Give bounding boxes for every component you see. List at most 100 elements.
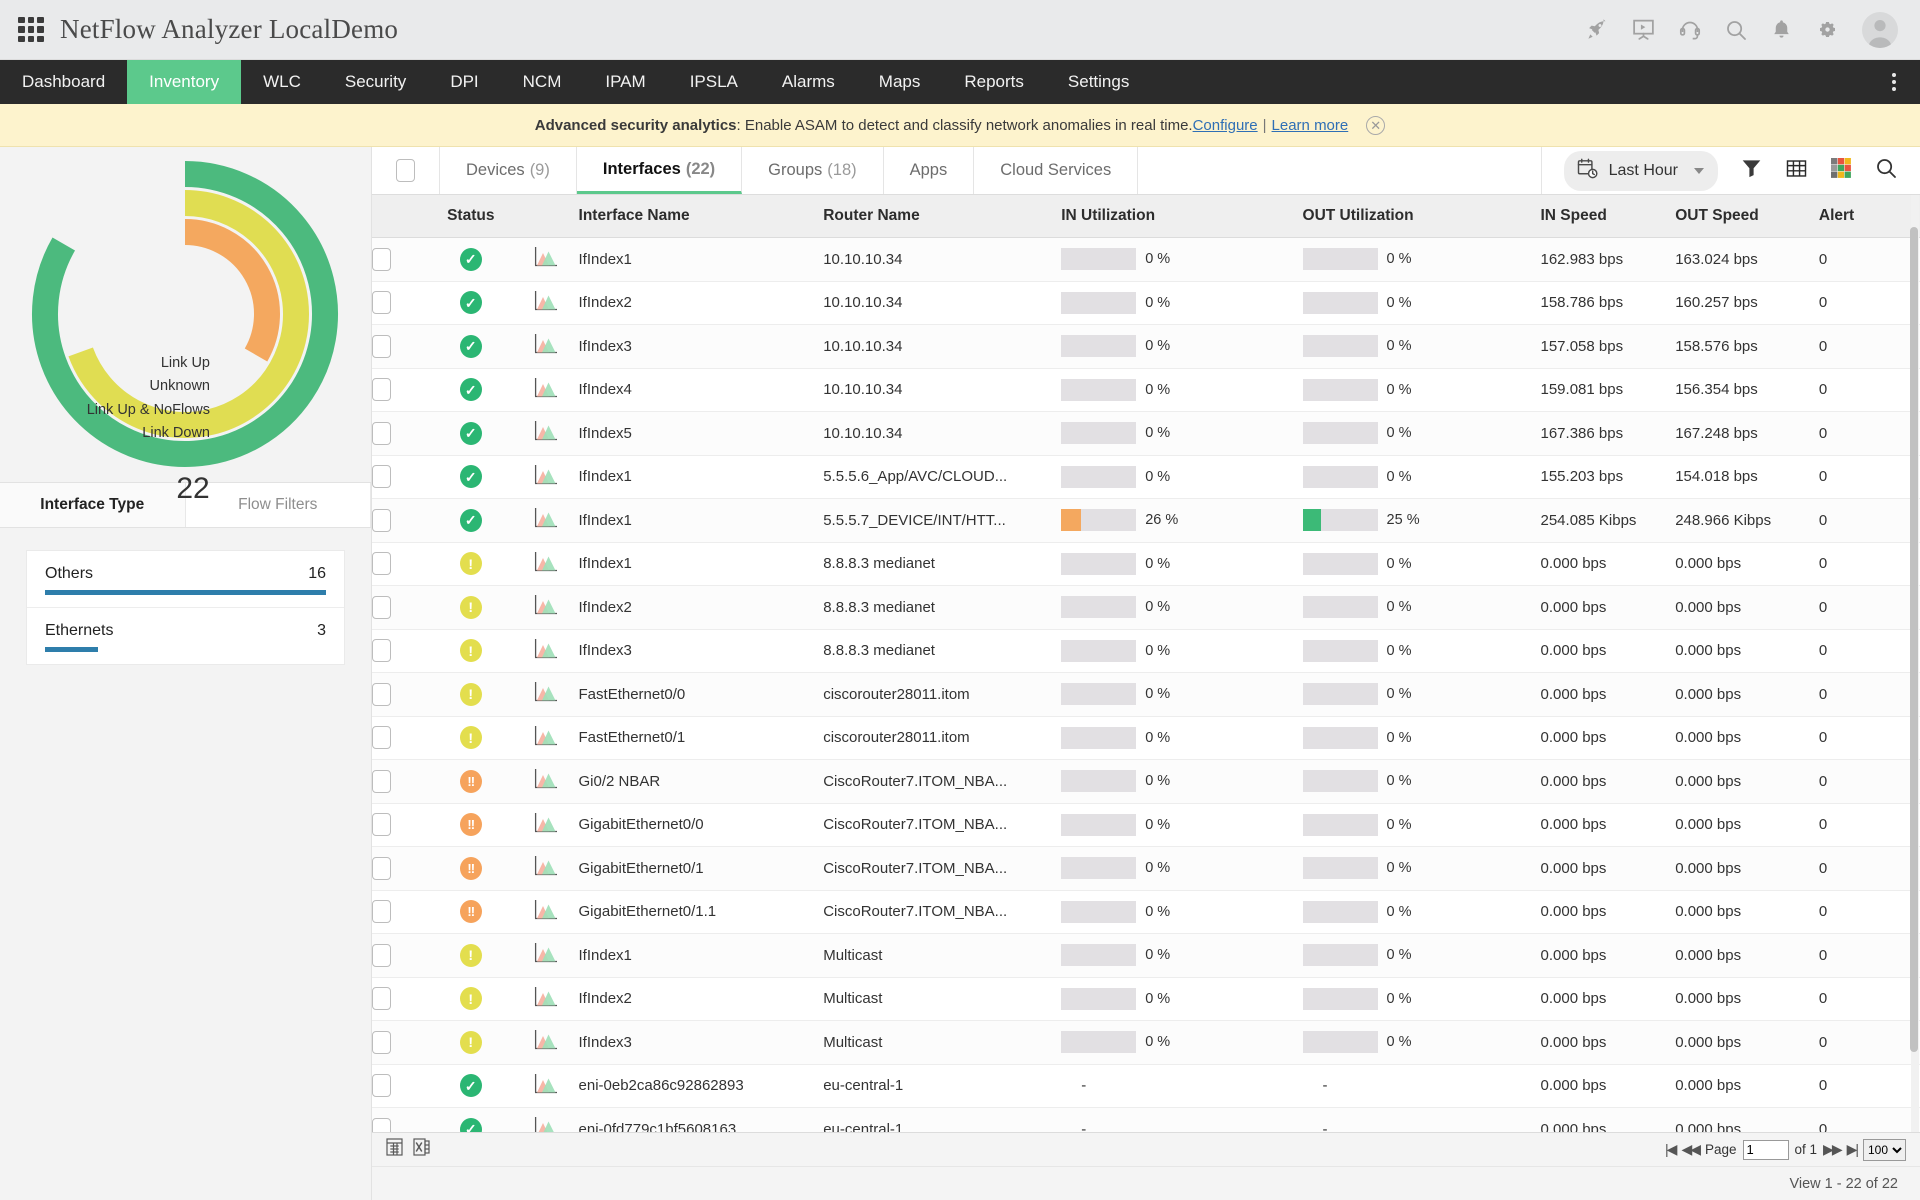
presentation-icon[interactable] [1631,17,1656,42]
status-ok-icon[interactable]: ✓ [459,1074,482,1098]
banner-close-icon[interactable]: ✕ [1366,115,1386,135]
interface-name-cell[interactable]: IfIndex5 [578,411,824,456]
status-critical-icon[interactable]: !! [459,769,482,793]
router-name-cell[interactable]: CiscoRouter7.ITOM_NBA... [823,846,1062,891]
table-row[interactable]: ✓ eni-0eb2ca86c92862893 eu-central-1 - - 0.00… [372,1064,1920,1108]
tab-devices[interactable]: Devices (9) [440,147,577,194]
graph-cell[interactable] [511,716,579,760]
row-checkbox[interactable] [372,1030,391,1054]
router-name-cell[interactable]: Multicast [823,977,1062,1021]
interface-name-cell[interactable]: GigabitEthernet0/1.1 [578,890,824,934]
filter-icon[interactable] [1740,157,1763,185]
interface-name-cell[interactable]: FastEthernet0/0 [578,672,824,717]
row-checkbox[interactable] [372,1117,391,1132]
status-warning-icon[interactable]: ! [459,682,482,706]
table-row[interactable]: ✓ IfIndex2 10.10.10.34 0 % 0 % 158.786 bps 160… [372,281,1920,325]
router-name-cell[interactable]: 5.5.5.7_DEVICE/INT/HTT... [823,498,1062,543]
avatar[interactable] [1862,11,1898,48]
graph-cell[interactable] [511,846,579,891]
nav-item-dashboard[interactable]: Dashboard [0,60,127,104]
router-name-cell[interactable]: 10.10.10.34 [823,237,1062,282]
row-checkbox[interactable] [372,552,391,576]
table-row[interactable]: ✓ IfIndex1 10.10.10.34 0 % 0 % 162.983 bps 163… [372,237,1920,282]
last-page-icon[interactable]: ▶| [1847,1141,1859,1158]
graph-cell[interactable] [511,237,579,282]
interface-name-cell[interactable]: IfIndex1 [578,237,824,282]
first-page-icon[interactable]: |◀ [1665,1141,1677,1158]
donut-legend-item[interactable]: Link Up & NoFlows [10,399,210,422]
table-row[interactable]: ✓ IfIndex3 10.10.10.34 0 % 0 % 157.058 bps 158… [372,324,1920,369]
status-warning-icon[interactable]: ! [459,595,482,619]
next-page-icon[interactable]: ▶▶ [1823,1141,1842,1158]
status-ok-icon[interactable]: ✓ [459,421,482,445]
bell-icon[interactable] [1770,18,1793,41]
th-alert[interactable]: Alert [1818,195,1920,238]
pdf-export-icon[interactable] [386,1138,403,1161]
headset-icon[interactable] [1678,18,1702,42]
th-in-speed[interactable]: IN Speed [1540,195,1676,238]
row-checkbox[interactable] [372,334,391,358]
page-size-select[interactable]: 2550100 [1863,1138,1906,1161]
excel-export-icon[interactable] [413,1138,430,1161]
router-name-cell[interactable]: ciscorouter28011.itom [823,672,1062,717]
rocket-icon[interactable] [1585,18,1609,42]
row-checkbox[interactable] [372,378,391,402]
table-row[interactable]: ! IfIndex3 8.8.8.3 medianet 0 % 0 % 0.000 bps… [372,629,1920,673]
status-ok-icon[interactable]: ✓ [459,1117,482,1132]
status-critical-icon[interactable]: !! [459,856,482,880]
interface-name-cell[interactable]: eni-0eb2ca86c92862893 [578,1064,824,1108]
router-name-cell[interactable]: CiscoRouter7.ITOM_NBA... [823,803,1062,847]
table-scrollbar-thumb[interactable] [1910,227,1918,1052]
router-name-cell[interactable]: 8.8.8.3 medianet [823,629,1062,673]
status-critical-icon[interactable]: !! [459,900,482,924]
table-row[interactable]: !! GigabitEthernet0/1.1 CiscoRouter7.ITOM_… [372,890,1920,934]
row-checkbox[interactable] [372,1074,391,1098]
banner-configure-link[interactable]: Configure [1193,117,1258,134]
tab-groups[interactable]: Groups (18) [742,147,884,194]
interface-name-cell[interactable]: IfIndex2 [578,281,824,325]
row-checkbox[interactable] [372,508,391,532]
th-in-utilization[interactable]: IN Utilization [1061,195,1303,238]
interface-name-cell[interactable]: IfIndex1 [578,498,824,543]
interface-name-cell[interactable]: Gi0/2 NBAR [578,759,824,804]
row-checkbox[interactable] [372,682,391,706]
graph-cell[interactable] [511,542,579,586]
tab-interfaces[interactable]: Interfaces (22) [576,147,743,194]
graph-cell[interactable] [511,977,579,1021]
table-row[interactable]: ! IfIndex2 8.8.8.3 medianet 0 % 0 % 0.000 bps… [372,585,1920,630]
graph-cell[interactable] [511,890,579,934]
nav-item-security[interactable]: Security [323,60,428,104]
interface-name-cell[interactable]: IfIndex1 [578,542,824,586]
row-checkbox[interactable] [372,465,391,489]
graph-cell[interactable] [511,629,579,673]
nav-item-alarms[interactable]: Alarms [760,60,857,104]
nav-overflow-menu-icon[interactable] [1884,60,1904,104]
interface-name-cell[interactable]: IfIndex2 [578,585,824,630]
graph-cell[interactable] [511,585,579,630]
banner-learn-more-link[interactable]: Learn more [1272,117,1349,134]
gear-icon[interactable] [1815,17,1840,42]
graph-cell[interactable] [511,281,579,325]
interface-name-cell[interactable]: IfIndex3 [578,324,824,369]
row-checkbox[interactable] [372,813,391,837]
table-row[interactable]: ✓ eni-0fd779c1bf5608163 eu-central-1 - - 0.00… [372,1107,1920,1132]
table-row[interactable]: ✓ IfIndex5 10.10.10.34 0 % 0 % 167.386 bps 167… [372,411,1920,456]
row-checkbox[interactable] [372,726,391,750]
th-interface-name[interactable]: Interface Name [578,195,824,238]
search-icon[interactable] [1874,156,1898,185]
router-name-cell[interactable]: 8.8.8.3 medianet [823,542,1062,586]
interface-name-cell[interactable]: GigabitEthernet0/0 [578,803,824,847]
table-row[interactable]: ✓ IfIndex1 5.5.5.7_DEVICE/INT/HTT... 26 % 25… [372,498,1920,543]
tab-cloud-services[interactable]: Cloud Services [974,147,1139,194]
interface-name-cell[interactable]: GigabitEthernet0/1 [578,846,824,891]
row-checkbox[interactable] [372,900,391,924]
table-scrollbar[interactable] [1910,195,1919,1132]
nav-item-reports[interactable]: Reports [942,60,1046,104]
row-checkbox[interactable] [372,639,391,663]
nav-item-ncm[interactable]: NCM [501,60,584,104]
table-row[interactable]: ! FastEthernet0/1 ciscorouter28011.itom 0 %… [372,716,1920,760]
graph-cell[interactable] [511,672,579,717]
graph-cell[interactable] [511,933,579,978]
interface-name-cell[interactable]: IfIndex4 [578,368,824,412]
nav-item-settings[interactable]: Settings [1046,60,1151,104]
